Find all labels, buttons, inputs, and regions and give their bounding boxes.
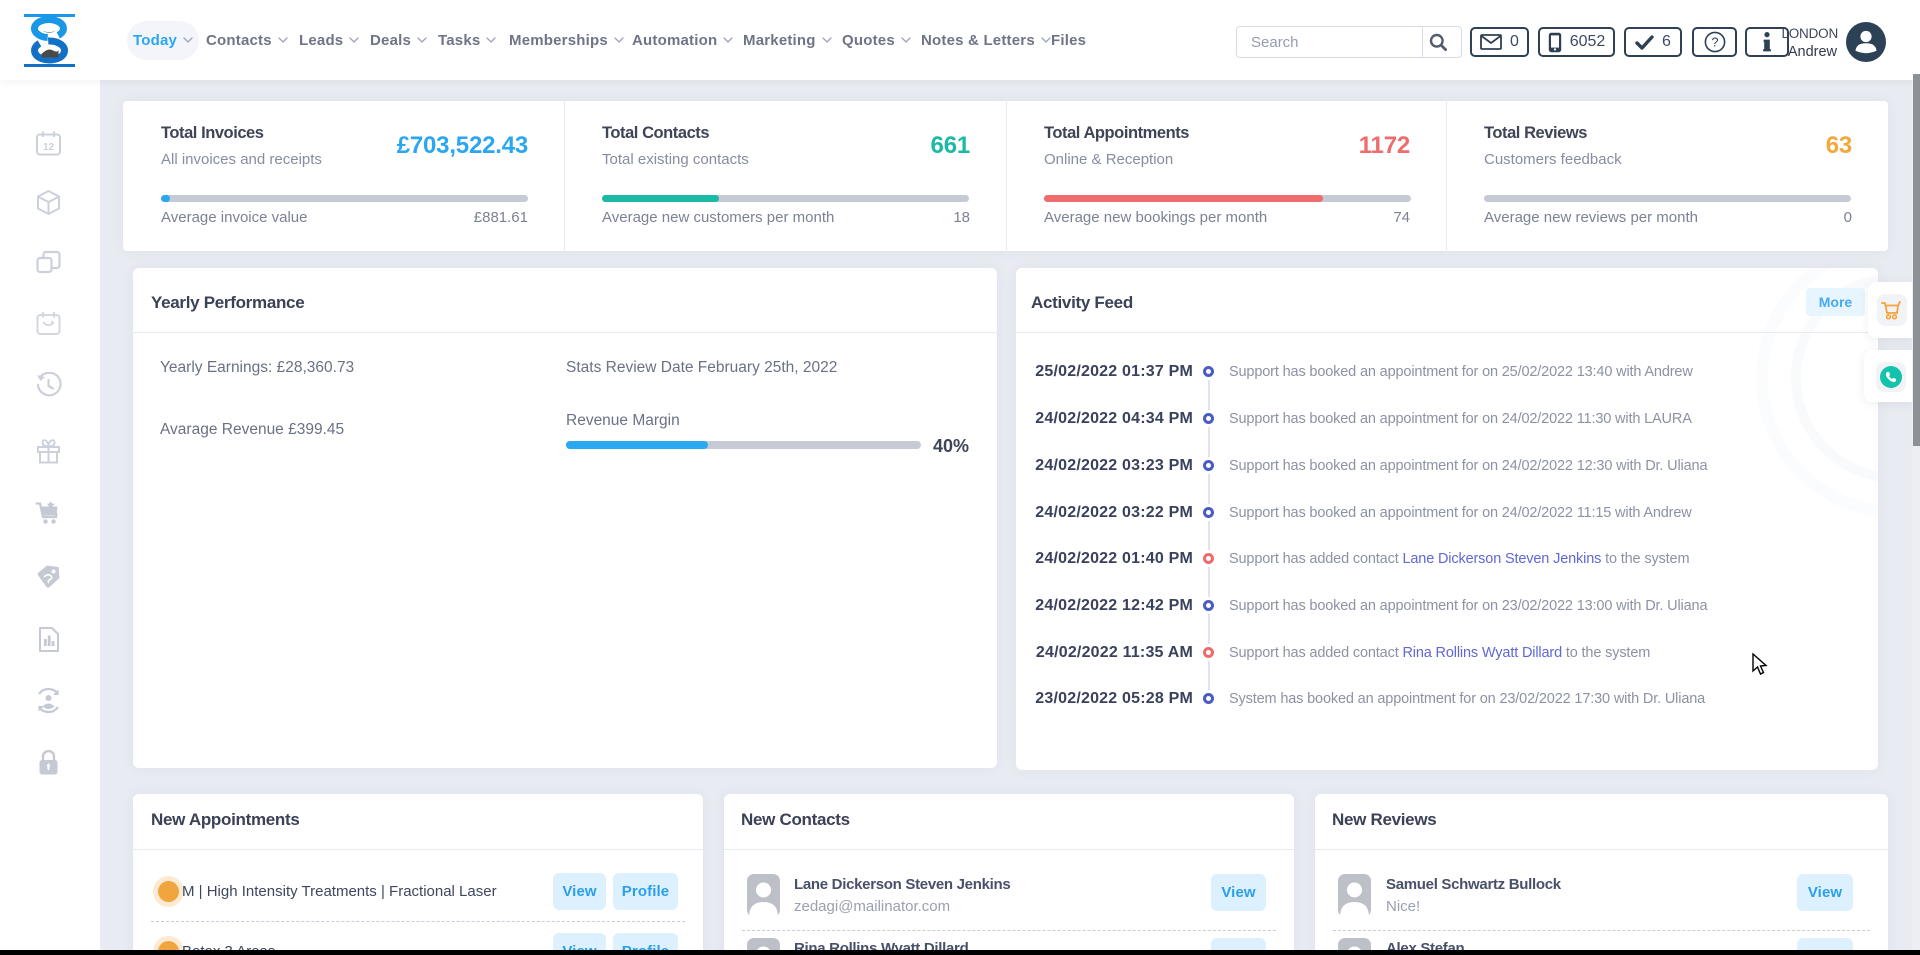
svg-text:12: 12 (43, 142, 55, 153)
